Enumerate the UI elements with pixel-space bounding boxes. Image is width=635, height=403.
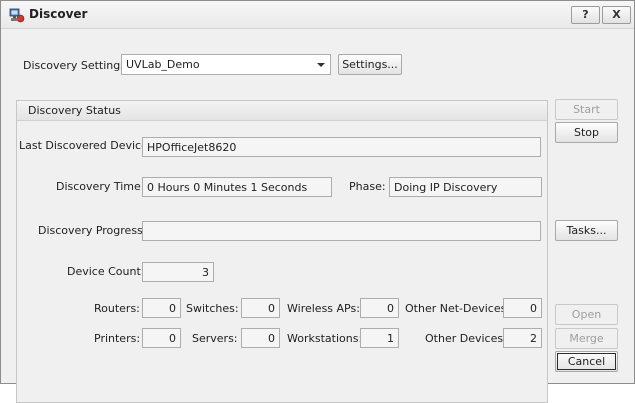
settings-button[interactable]: Settings... [338, 54, 402, 75]
discovery-settings-label: Discovery Settings: [23, 59, 130, 72]
phase-label: Phase: [349, 180, 386, 193]
device-count-label: Device Count: [67, 265, 145, 278]
workstations-field: 1 [360, 328, 399, 348]
workstations-label: Workstations: [287, 332, 363, 345]
last-device-field: HPOfficeJet8620 [142, 137, 541, 157]
stop-button[interactable]: Stop [555, 122, 618, 143]
discovery-status-header: Discovery Status [17, 101, 547, 121]
last-device-label: Last Discovered Device: [19, 139, 152, 152]
routers-field: 0 [142, 298, 181, 318]
discover-window: Discover ? X Discovery Settings: UVLab_D… [0, 0, 635, 403]
discovery-settings-combo[interactable]: UVLab_Demo [121, 54, 331, 75]
discovery-progress-label: Discovery Progress: [38, 224, 147, 237]
tasks-button[interactable]: Tasks... [555, 220, 618, 241]
discovery-time-label: Discovery Time: [56, 180, 145, 193]
switches-label: Switches: [186, 302, 239, 315]
device-count-field: 3 [142, 262, 214, 282]
dialog-body: Discovery Settings: UVLab_Demo Settings.… [7, 30, 628, 403]
window-title: Discover [29, 7, 88, 21]
servers-label: Servers: [192, 332, 238, 345]
start-button[interactable]: Start [555, 99, 618, 120]
discover-app-icon [9, 8, 25, 23]
printers-label: Printers: [94, 332, 141, 345]
discovery-settings-value: UVLab_Demo [126, 58, 200, 71]
chevron-down-icon [317, 63, 325, 67]
discovery-status-title: Discovery Status [28, 104, 121, 117]
printers-field: 0 [142, 328, 181, 348]
title-bar: Discover ? X [1, 1, 634, 29]
cancel-button[interactable]: Cancel [555, 351, 618, 372]
other-devices-field: 2 [503, 328, 542, 348]
phase-field: Doing IP Discovery [389, 177, 542, 197]
merge-button[interactable]: Merge [555, 328, 618, 349]
close-button[interactable]: X [602, 6, 631, 24]
wireless-aps-label: Wireless APs: [287, 302, 360, 315]
other-net-devices-label: Other Net-Devices: [405, 302, 511, 315]
help-button[interactable]: ? [571, 6, 600, 24]
open-button[interactable]: Open [555, 304, 618, 325]
discovery-status-group: Discovery Status Last Discovered Device:… [16, 100, 548, 403]
routers-label: Routers: [94, 302, 140, 315]
wireless-aps-field: 0 [360, 298, 399, 318]
switches-field: 0 [241, 298, 280, 318]
other-devices-label: Other Devices: [425, 332, 507, 345]
discovery-progress-bar [142, 221, 541, 241]
discovery-time-field: 0 Hours 0 Minutes 1 Seconds [142, 177, 332, 197]
servers-field: 0 [241, 328, 280, 348]
other-net-devices-field: 0 [503, 298, 542, 318]
